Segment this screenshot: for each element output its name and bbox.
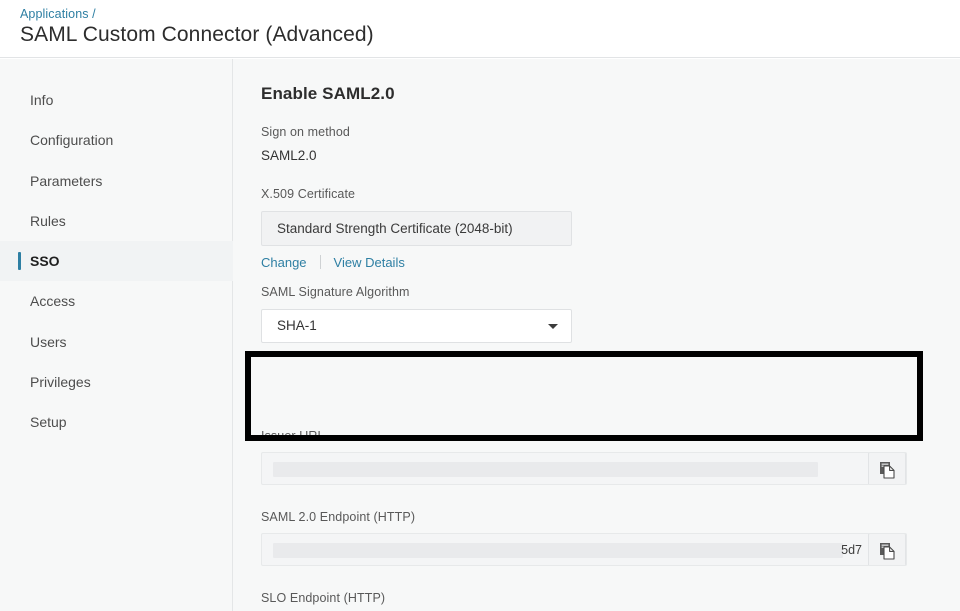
signature-algorithm-label: SAML Signature Algorithm: [261, 285, 581, 299]
sidebar-item-parameters[interactable]: Parameters: [0, 161, 233, 201]
sidebar-item-setup[interactable]: Setup: [0, 402, 233, 442]
sidebar-item-label: Setup: [30, 414, 67, 430]
copy-icon: [879, 461, 896, 479]
saml-endpoint-label: SAML 2.0 Endpoint (HTTP): [261, 510, 907, 524]
application-window: Applications / SAML Custom Connector (Ad…: [0, 0, 960, 611]
page-title: SAML Custom Connector (Advanced): [20, 23, 374, 47]
breadcrumb-link-applications[interactable]: Applications /: [20, 7, 96, 21]
copy-issuer-url-button[interactable]: [868, 452, 906, 485]
slo-endpoint-label: SLO Endpoint (HTTP): [261, 591, 907, 605]
sidebar-item-access[interactable]: Access: [0, 281, 233, 321]
slo-endpoint-group: SLO Endpoint (HTTP): [261, 591, 907, 611]
issuer-url-redacted-value: [273, 462, 818, 477]
view-certificate-details-link[interactable]: View Details: [334, 255, 405, 270]
signature-algorithm-group: SAML Signature Algorithm SHA-1: [261, 285, 581, 343]
sidebar-item-label: Info: [30, 92, 53, 108]
copy-icon: [879, 542, 896, 560]
page-header: Applications / SAML Custom Connector (Ad…: [0, 0, 960, 58]
link-divider: [320, 255, 321, 269]
breadcrumb[interactable]: Applications /: [20, 7, 96, 21]
body-area: Info Configuration Parameters Rules SSO …: [0, 59, 960, 611]
sidebar-item-label: SSO: [30, 253, 60, 269]
signature-algorithm-select[interactable]: SHA-1: [261, 309, 572, 343]
saml-endpoint-field[interactable]: 5d7: [261, 533, 907, 566]
sidebar-item-label: Access: [30, 293, 75, 309]
issuer-url-group: Issuer URL: [261, 429, 907, 485]
change-certificate-link[interactable]: Change: [261, 255, 307, 270]
saml-endpoint-value: 5d7: [841, 543, 862, 557]
certificate-links: Change View Details: [261, 253, 581, 271]
sidebar-nav: Info Configuration Parameters Rules SSO …: [0, 59, 233, 611]
sidebar-item-privileges[interactable]: Privileges: [0, 362, 233, 402]
section-title: Enable SAML2.0: [261, 84, 395, 104]
main-content: Enable SAML2.0 Sign on method SAML2.0 X.…: [234, 59, 960, 611]
sidebar-item-label: Users: [30, 334, 67, 350]
sign-on-method-value: SAML2.0: [261, 148, 350, 163]
saml-endpoint-redacted-value: [273, 543, 843, 558]
issuer-url-field[interactable]: [261, 452, 907, 485]
saml-endpoint-group: SAML 2.0 Endpoint (HTTP) 5d7: [261, 510, 907, 566]
chevron-down-icon: [548, 324, 558, 329]
sidebar-item-list: Info Configuration Parameters Rules SSO …: [0, 80, 233, 443]
copy-saml-endpoint-button[interactable]: [868, 533, 906, 566]
sidebar-item-rules[interactable]: Rules: [0, 201, 233, 241]
certificate-value-box: Standard Strength Certificate (2048-bit): [261, 211, 572, 246]
sidebar-item-label: Configuration: [30, 132, 113, 148]
sign-on-method-label: Sign on method: [261, 125, 350, 139]
sidebar-item-label: Parameters: [30, 173, 102, 189]
certificate-label: X.509 Certificate: [261, 187, 581, 201]
sign-on-method-group: Sign on method SAML2.0: [261, 125, 350, 163]
sidebar-item-users[interactable]: Users: [0, 322, 233, 362]
certificate-group: X.509 Certificate Standard Strength Cert…: [261, 187, 581, 271]
signature-algorithm-selected-value: SHA-1: [277, 318, 317, 333]
sidebar-item-configuration[interactable]: Configuration: [0, 120, 233, 160]
sidebar-item-info[interactable]: Info: [0, 80, 233, 120]
sidebar-item-label: Privileges: [30, 374, 91, 390]
sidebar-item-label: Rules: [30, 213, 66, 229]
issuer-url-label: Issuer URL: [261, 429, 907, 443]
sidebar-item-sso[interactable]: SSO: [0, 241, 233, 281]
